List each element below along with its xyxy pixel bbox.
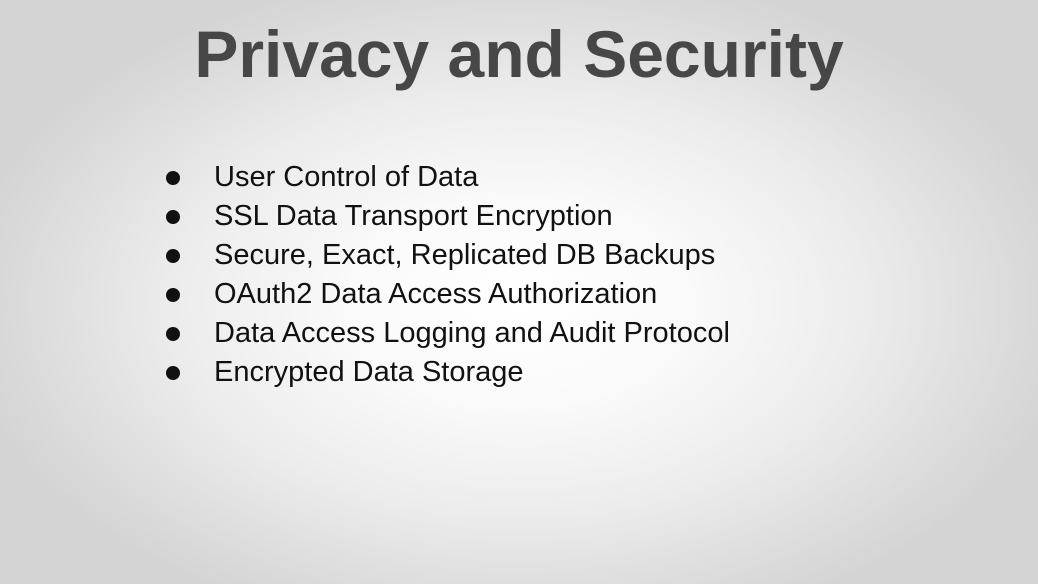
bullet-text: User Control of Data bbox=[214, 161, 479, 193]
bullet-list: User Control of Data SSL Data Transport … bbox=[166, 158, 730, 392]
bullet-dot-icon bbox=[166, 287, 180, 302]
bullet-dot-icon bbox=[166, 248, 180, 263]
bullet-item: User Control of Data bbox=[166, 158, 730, 197]
bullet-text: Encrypted Data Storage bbox=[214, 356, 524, 388]
bullet-item: Secure, Exact, Replicated DB Backups bbox=[166, 236, 730, 275]
bullet-text: OAuth2 Data Access Authorization bbox=[214, 278, 658, 310]
bullet-text: SSL Data Transport Encryption bbox=[214, 200, 613, 232]
bullet-dot-icon bbox=[166, 326, 180, 341]
bullet-text: Secure, Exact, Replicated DB Backups bbox=[214, 239, 716, 271]
bullet-item: OAuth2 Data Access Authorization bbox=[166, 275, 730, 314]
slide-title: Privacy and Security bbox=[194, 17, 844, 91]
bullet-dot-icon bbox=[166, 365, 180, 380]
bullet-item: Encrypted Data Storage bbox=[166, 353, 730, 392]
bullet-item: Data Access Logging and Audit Protocol bbox=[166, 314, 730, 353]
bullet-text: Data Access Logging and Audit Protocol bbox=[214, 317, 730, 349]
bullet-dot-icon bbox=[166, 209, 180, 224]
bullet-item: SSL Data Transport Encryption bbox=[166, 197, 730, 236]
bullet-dot-icon bbox=[166, 170, 180, 185]
slide: Privacy and Security User Control of Dat… bbox=[0, 0, 1038, 584]
